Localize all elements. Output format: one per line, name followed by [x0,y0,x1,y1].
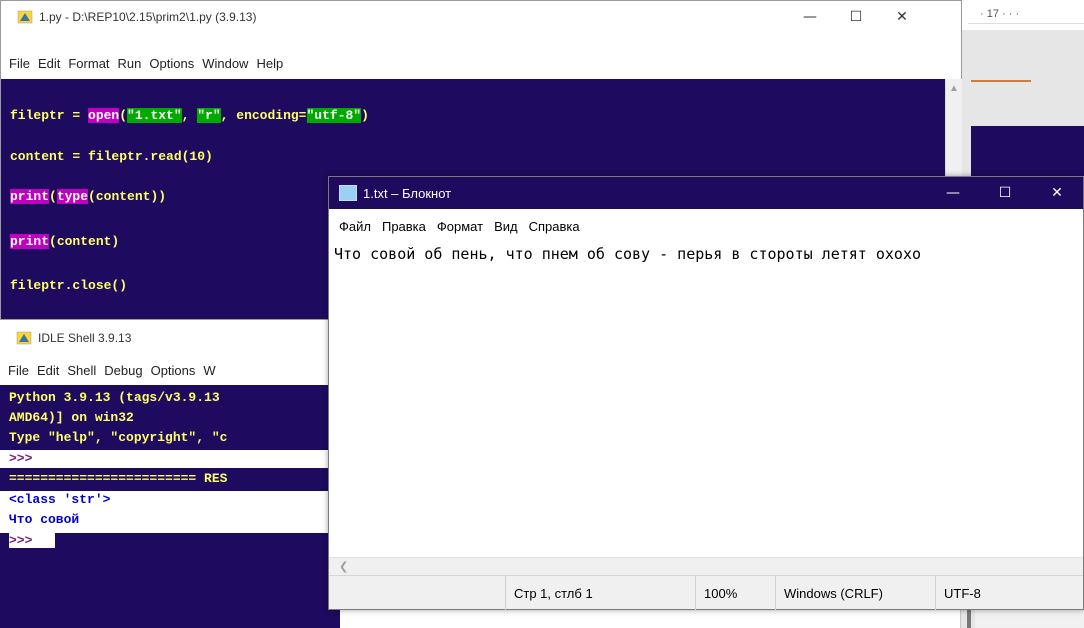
notepad-menubar: Файл Правка Формат Вид Справка [329,215,1083,237]
notepad-icon [339,185,357,201]
code-token: (content) [49,234,120,249]
orange-line [971,80,1031,82]
menu-file[interactable]: Файл [339,219,371,234]
code-builtin: type [56,189,89,204]
code-line-1: fileptr = open("1.txt", "r", encoding="u… [10,108,369,123]
python-file-icon [16,331,32,345]
code-token: (content)) [88,189,167,204]
shell-window: IDLE Shell 3.9.13 File Edit Shell Debug … [0,319,340,628]
notepad-titlebar[interactable]: 1.txt – Блокнот — ☐ ✕ [329,177,1083,209]
shell-line: Python 3.9.13 (tags/v3.9.13 [9,390,220,405]
code-string: "1.txt" [127,108,182,123]
close-button[interactable]: ✕ [1031,177,1083,209]
shell-line: Type "help", "copyright", "c [9,430,228,445]
close-button[interactable]: ✕ [879,1,925,33]
status-encoding: UTF-8 [935,576,1084,610]
minimize-button[interactable]: — [787,1,833,33]
code-token: , encoding= [220,108,307,123]
status-cursor-position: Стр 1, стлб 1 [505,576,695,610]
menu-run[interactable]: Run [118,56,142,71]
scroll-left-icon[interactable]: ❮ [339,560,348,573]
shell-output-line: <class 'str'> [9,492,111,507]
code-string: "r" [197,108,221,123]
scroll-up-icon[interactable]: ▲ [949,83,959,94]
notepad-title: 1.txt – Блокнот [363,185,452,201]
code-builtin: print [10,234,50,249]
status-bar: Стр 1, стлб 1 100% Windows (CRLF) UTF-8 [329,575,1084,610]
shell-output-line: Что совой [9,512,80,527]
shell-line: AMD64)] on win32 [9,410,134,425]
horizontal-scrollbar[interactable]: ❮ [329,557,1083,575]
code-builtin: print [10,189,50,204]
shell-titlebar[interactable]: IDLE Shell 3.9.13 [0,320,340,356]
editor-menubar: File Edit Format Run Options Window Help [1,52,961,74]
shell-menubar: File Edit Shell Debug Options W [0,356,340,384]
shell-title: IDLE Shell 3.9.13 [38,331,132,345]
menu-edit[interactable]: Правка [382,219,426,234]
menu-help[interactable]: Справка [529,219,580,234]
code-line-5: fileptr.close() [10,278,128,293]
ruler: · 17 · · · [968,2,1084,24]
code-string: "utf-8" [306,108,362,123]
menu-format[interactable]: Format [68,56,109,71]
code-token: , [181,108,198,123]
menu-file[interactable]: File [8,363,29,378]
menu-debug[interactable]: Debug [104,363,142,378]
notepad-window: 1.txt – Блокнот — ☐ ✕ Файл Правка Формат… [328,176,1084,610]
status-line-endings: Windows (CRLF) [775,576,935,610]
code-line-4: print(content) [10,234,119,249]
code-line-2: content = fileptr.read(10) [10,149,213,164]
code-builtin: open [88,108,120,123]
code-token: fileptr = [10,108,89,123]
code-token: ) [361,108,369,123]
menu-format[interactable]: Формат [437,219,483,234]
status-zoom: 100% [695,576,775,610]
editor-title: 1.py - D:\REP10\2.15\prim2\1.py (3.9.13) [39,10,257,24]
shell-restart-line: ======================== RES [9,471,228,486]
menu-view[interactable]: Вид [494,219,518,234]
menu-window[interactable]: Window [202,56,248,71]
menu-edit[interactable]: Edit [38,56,60,71]
menu-file[interactable]: File [9,56,30,71]
maximize-button[interactable]: ☐ [979,177,1031,209]
shell-output[interactable]: Python 3.9.13 (tags/v3.9.13 AMD64)] on w… [0,385,340,628]
menu-help[interactable]: Help [256,56,283,71]
menu-window[interactable]: W [203,363,215,378]
python-file-icon [17,10,33,24]
maximize-button[interactable]: ☐ [833,1,879,33]
code-line-3: print(type(content)) [10,189,166,204]
code-token: ( [49,189,57,204]
shell-prompt: >>> [9,451,55,466]
shell-prompt: >>> [9,533,55,548]
menu-options[interactable]: Options [149,56,194,71]
minimize-button[interactable]: — [927,177,979,209]
menu-shell[interactable]: Shell [67,363,96,378]
code-token: ( [119,108,128,123]
menu-edit[interactable]: Edit [37,363,59,378]
editor-titlebar[interactable]: 1.py - D:\REP10\2.15\prim2\1.py (3.9.13)… [1,1,961,33]
notepad-text-area[interactable]: Что совой об пень, что пнем об сову - пе… [334,245,1083,265]
menu-options[interactable]: Options [151,363,196,378]
